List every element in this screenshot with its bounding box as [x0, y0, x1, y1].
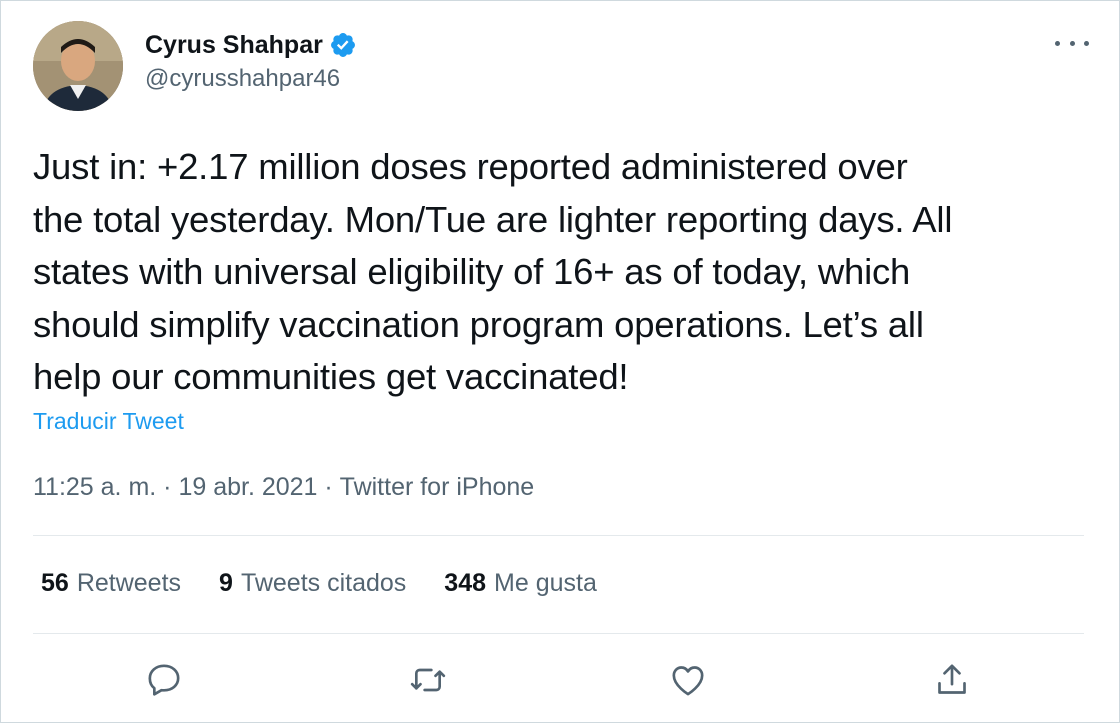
verified-badge-icon	[330, 33, 355, 57]
divider	[33, 535, 1084, 536]
reply-icon	[148, 664, 180, 696]
quotes-stat[interactable]: 9 Tweets citados	[219, 569, 406, 598]
share-icon	[938, 664, 966, 694]
tweet-card: Cyrus Shahpar @cyrusshahpar46 Just in: +…	[0, 0, 1120, 723]
likes-label: Me gusta	[494, 569, 597, 597]
reply-button[interactable]	[141, 657, 187, 703]
retweet-button[interactable]	[405, 657, 451, 703]
avatar-photo	[33, 21, 123, 111]
heart-icon	[672, 666, 704, 696]
tweet-time[interactable]: 11:25 a. m.	[33, 473, 156, 502]
author-name[interactable]: Cyrus Shahpar	[145, 31, 323, 60]
more-options-button[interactable]	[1055, 31, 1089, 55]
author-handle[interactable]: @cyrusshahpar46	[145, 65, 357, 93]
avatar[interactable]	[33, 21, 123, 111]
tweet-text: Just in: +2.17 million doses reported ad…	[33, 146, 953, 397]
retweets-label: Retweets	[76, 569, 182, 597]
quotes-label: Tweets citados	[240, 569, 407, 597]
share-button[interactable]	[929, 657, 975, 703]
tweet-source[interactable]: Twitter for iPhone	[340, 473, 535, 502]
meta-separator: ·	[317, 473, 340, 501]
like-button[interactable]	[665, 657, 711, 703]
retweet-icon	[410, 668, 446, 692]
tweet-metadata: 11:25 a. m. · 19 abr. 2021 · Twitter for…	[33, 473, 534, 502]
tweet-date[interactable]: 19 abr. 2021	[178, 473, 317, 502]
translate-tweet-link[interactable]: Traducir Tweet	[33, 408, 184, 435]
likes-stat[interactable]: 348 Me gusta	[444, 569, 597, 598]
retweets-count: 56	[41, 569, 69, 597]
more-dot-icon	[1084, 40, 1089, 46]
retweets-stat[interactable]: 56 Retweets	[41, 569, 181, 598]
tweet-actions-bar	[1, 651, 1120, 707]
likes-count: 348	[444, 569, 487, 597]
quotes-count: 9	[219, 569, 233, 597]
author-name-row: Cyrus Shahpar	[145, 27, 357, 63]
author-block: Cyrus Shahpar @cyrusshahpar46	[145, 27, 357, 93]
more-dot-icon	[1055, 40, 1060, 46]
meta-separator: ·	[156, 473, 179, 501]
more-dot-icon	[1069, 40, 1075, 46]
tweet-stats: 56 Retweets 9 Tweets citados 348 Me gust…	[41, 569, 597, 598]
divider	[33, 633, 1084, 634]
